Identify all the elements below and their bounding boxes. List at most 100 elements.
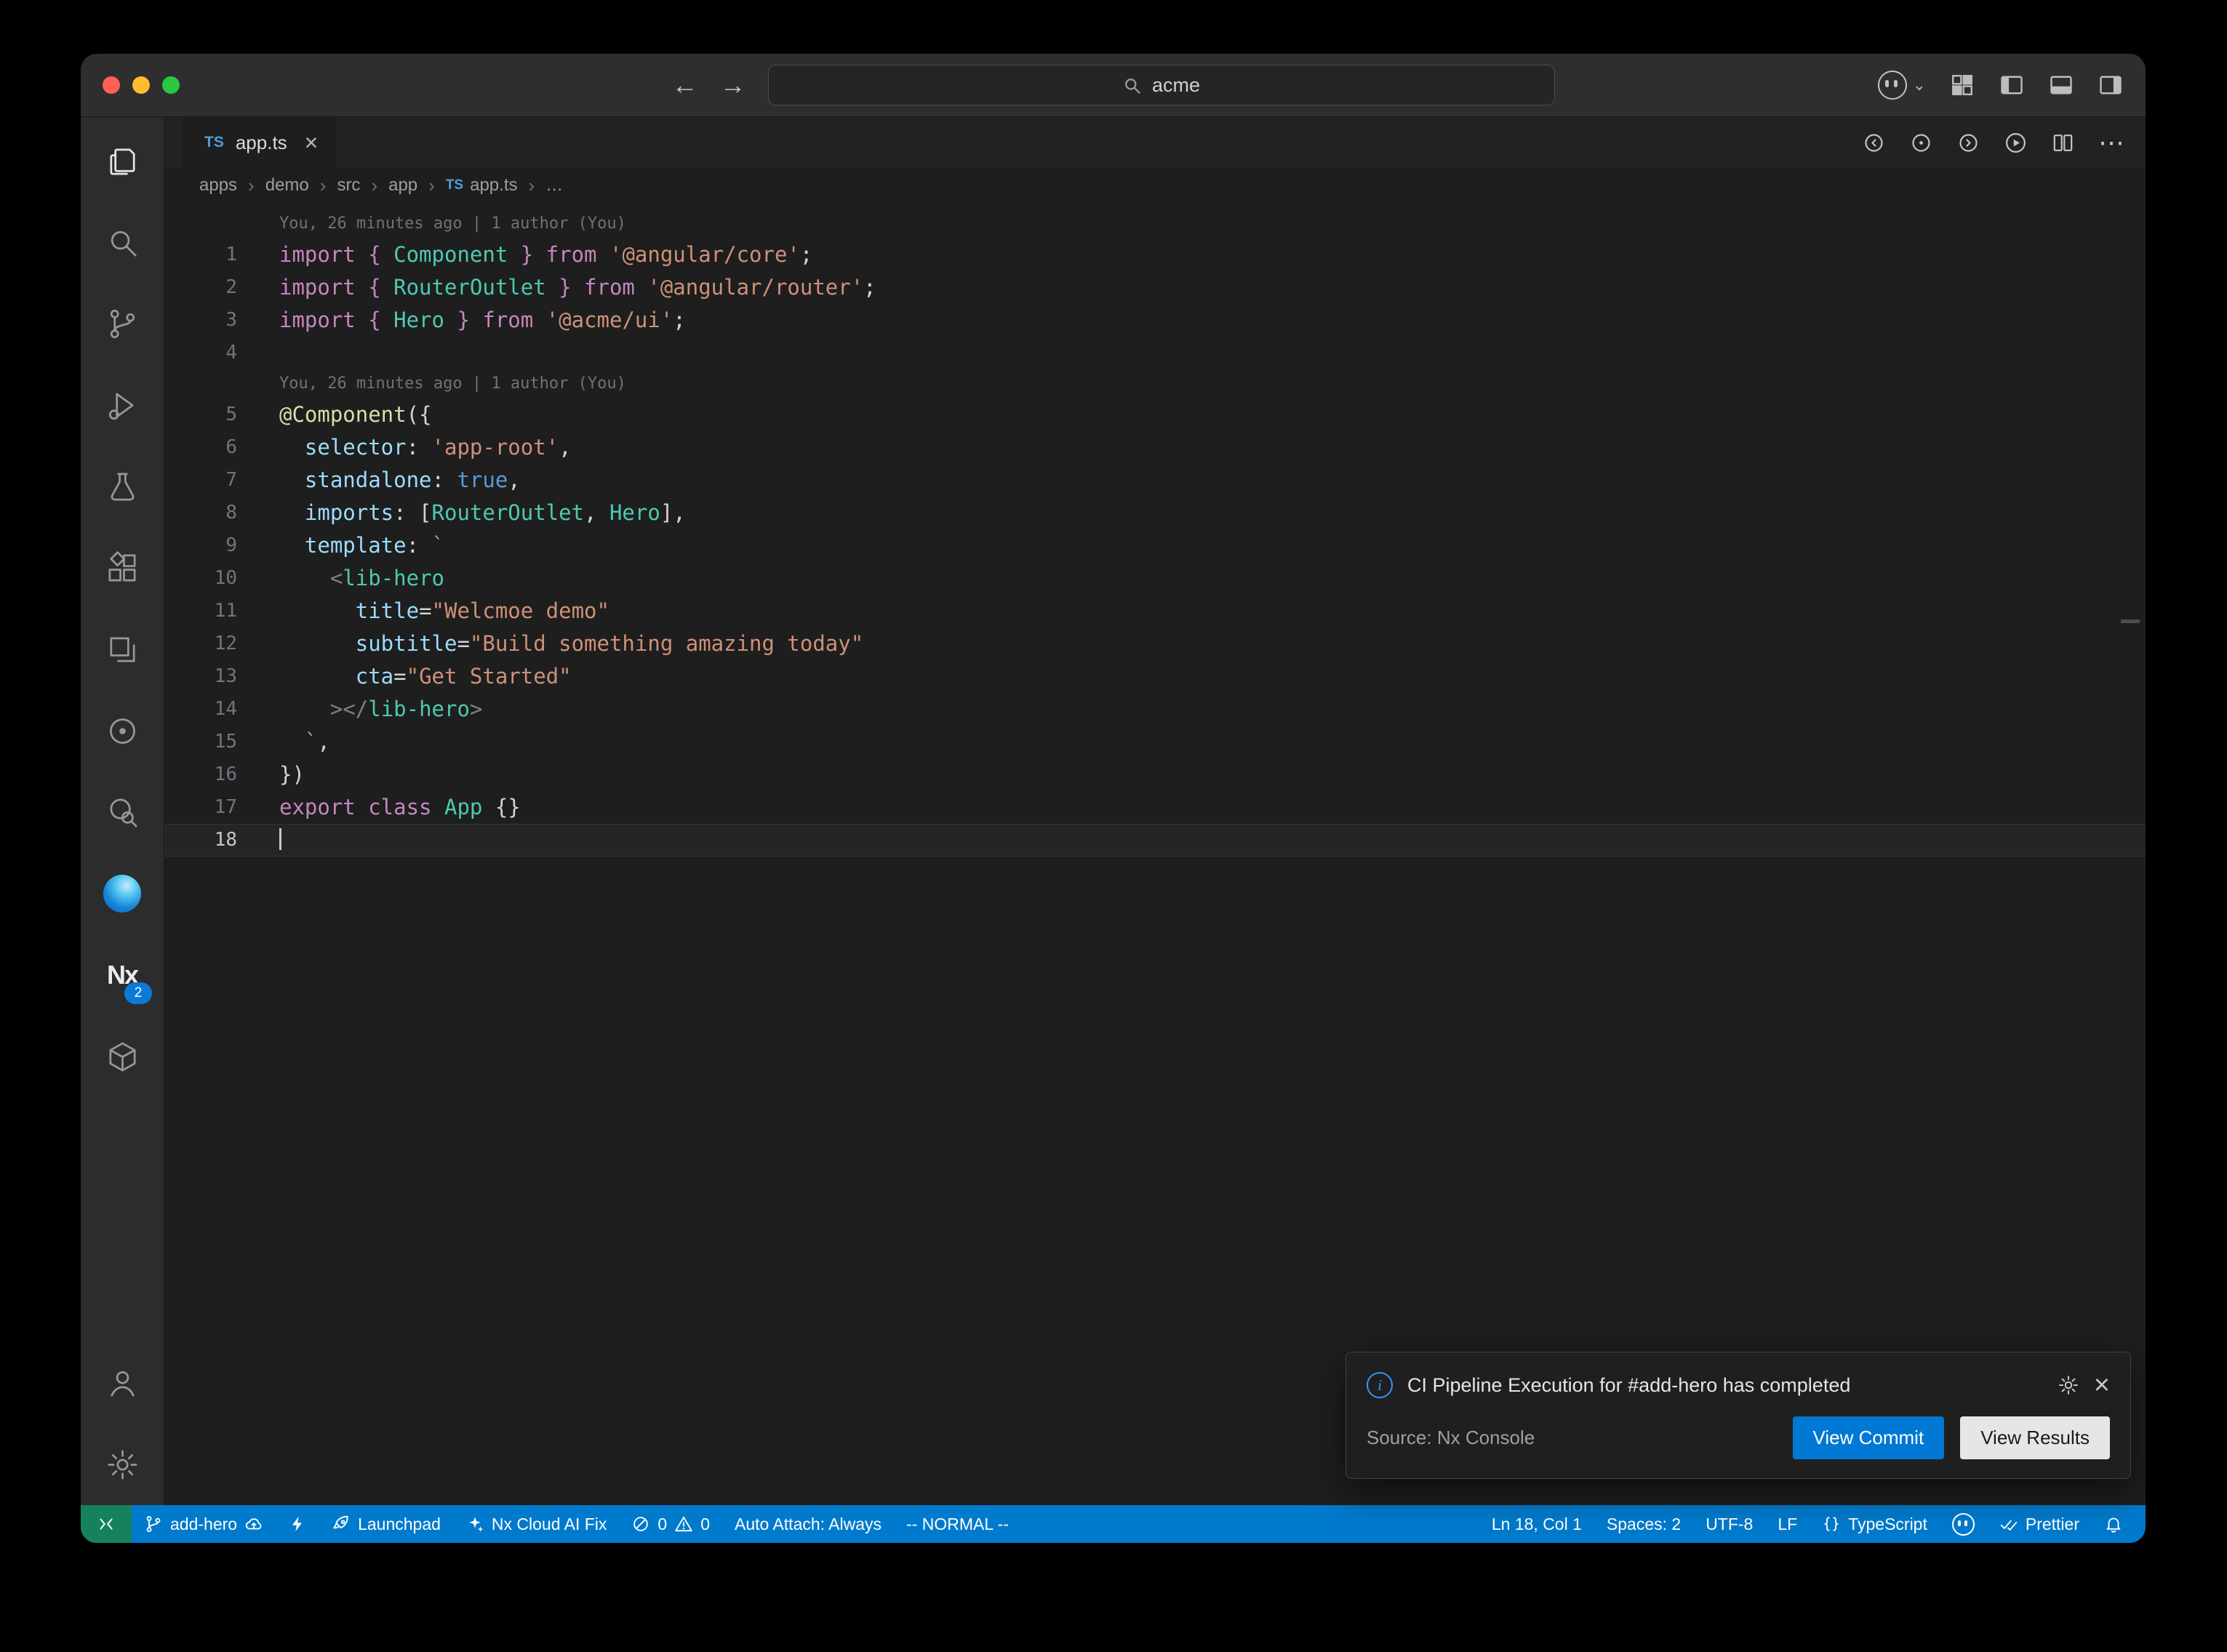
activity-settings[interactable] [81, 1424, 164, 1505]
blame-annotation[interactable]: You, 26 minutes ago | 1 author (You) [164, 209, 2146, 238]
run-file-icon[interactable] [2004, 131, 2028, 155]
code-line-13[interactable]: 13 cta="Get Started" [164, 660, 2146, 693]
breadcrumb-item-app[interactable]: app [388, 175, 417, 196]
status-indentation[interactable]: Spaces: 2 [1594, 1505, 1693, 1543]
line-number: 18 [164, 824, 237, 857]
notification-settings-icon[interactable] [2058, 1374, 2079, 1396]
breadcrumb-item-apps[interactable]: apps [199, 175, 237, 196]
breadcrumb-separator: › [371, 175, 377, 197]
titlebar-actions: ⌄ [1878, 71, 2124, 100]
toggle-panel-icon[interactable] [2048, 72, 2074, 98]
status-formatter[interactable]: Prettier [1987, 1505, 2092, 1543]
code-line-6[interactable]: 6 selector: 'app-root', [164, 431, 2146, 464]
line-number: 4 [164, 337, 237, 369]
activity-explorer[interactable] [81, 120, 164, 201]
search-icon [1122, 76, 1142, 95]
code-line-8[interactable]: 8 imports: [RouterOutlet, Hero], [164, 497, 2146, 529]
toggle-secondary-sidebar-icon[interactable] [2098, 72, 2124, 98]
breadcrumb-item-[interactable]: … [545, 175, 563, 196]
code-line-16[interactable]: 16}) [164, 758, 2146, 791]
copilot-menu[interactable]: ⌄ [1878, 71, 1926, 100]
activity-code-search[interactable] [81, 771, 164, 853]
code-line-11[interactable]: 11 title="Welcmoe demo" [164, 595, 2146, 627]
status-git-branch[interactable]: add-hero [132, 1505, 276, 1543]
more-actions-icon[interactable]: ⋯ [2098, 129, 2127, 156]
activity-source-control[interactable] [81, 283, 164, 364]
close-window-button[interactable] [103, 76, 120, 94]
beaker-icon [105, 470, 140, 504]
code-line-4[interactable]: 4 [164, 337, 2146, 369]
status-cursor-position[interactable]: Ln 18, Col 1 [1479, 1505, 1594, 1543]
zoom-window-button[interactable] [162, 76, 180, 94]
notification-toast: i CI Pipeline Execution for #add-hero ha… [1346, 1352, 2131, 1479]
chevron-down-icon: ⌄ [1913, 76, 1926, 95]
code-line-1[interactable]: 1import { Component } from '@angular/cor… [164, 238, 2146, 271]
status-copilot[interactable] [1940, 1505, 1987, 1543]
rocket-icon [332, 1515, 351, 1533]
breadcrumb-item-appts[interactable]: TSapp.ts [446, 175, 518, 196]
status-notifications[interactable] [2092, 1505, 2135, 1543]
activity-remote-explorer[interactable] [81, 609, 164, 690]
activity-edge-tools[interactable] [81, 853, 164, 934]
line-number: 5 [164, 398, 237, 431]
minimize-window-button[interactable] [132, 76, 150, 94]
code-line-10[interactable]: 10 <lib-hero [164, 562, 2146, 595]
inspect-icon [105, 795, 140, 830]
notification-close-icon[interactable]: × [2094, 1371, 2110, 1399]
line-number: 10 [164, 562, 237, 595]
code-line-14[interactable]: 14 ></lib-hero> [164, 693, 2146, 726]
tabs-container: TSapp.ts× [183, 117, 336, 168]
previous-change-icon[interactable] [1862, 131, 1886, 155]
activity-containers[interactable] [81, 1016, 164, 1097]
history-back-icon[interactable]: ← [672, 72, 698, 98]
code-line-18[interactable]: 18 [164, 824, 2146, 857]
activity-testing[interactable] [81, 446, 164, 527]
view-commit-button[interactable]: View Commit [1793, 1416, 1945, 1459]
blame-annotation[interactable]: You, 26 minutes ago | 1 author (You) [164, 369, 2146, 398]
status-launchpad[interactable]: Launchpad [319, 1505, 453, 1543]
target-circle-icon[interactable] [1909, 131, 1933, 155]
cube-icon [105, 1040, 140, 1074]
command-center-search[interactable]: acme [768, 65, 1555, 105]
activity-extensions[interactable] [81, 527, 164, 609]
split-editor-icon[interactable] [2051, 131, 2075, 155]
editor-actions: ⋯ [1862, 117, 2127, 168]
status-eol[interactable]: LF [1765, 1505, 1810, 1543]
breadcrumb-item-demo[interactable]: demo [265, 175, 309, 196]
activity-accounts[interactable] [81, 1342, 164, 1424]
copilot-icon [1878, 71, 1907, 100]
status-remote-indicator[interactable] [81, 1505, 132, 1543]
activity-search[interactable] [81, 201, 164, 283]
status-language-mode[interactable]: TypeScript [1810, 1505, 1940, 1543]
code-line-17[interactable]: 17export class App {} [164, 791, 2146, 824]
tab-close-icon[interactable]: × [305, 131, 319, 154]
line-number: 13 [164, 660, 237, 693]
view-results-button[interactable]: View Results [1960, 1416, 2110, 1459]
activity-top: Nx2 [81, 120, 164, 1097]
code-line-9[interactable]: 9 template: ` [164, 529, 2146, 562]
status-vim-mode[interactable]: -- NORMAL -- [894, 1505, 1021, 1543]
breadcrumb-item-src[interactable]: src [337, 175, 360, 196]
code-line-7[interactable]: 7 standalone: true, [164, 464, 2146, 497]
code-line-2[interactable]: 2import { RouterOutlet } from '@angular/… [164, 271, 2146, 304]
activity-run-and-debug[interactable] [81, 364, 164, 446]
code-line-15[interactable]: 15 `, [164, 726, 2146, 758]
tab-app.ts[interactable]: TSapp.ts× [183, 117, 336, 168]
activity-recorder[interactable] [81, 690, 164, 771]
status-nx-target[interactable] [276, 1505, 319, 1543]
code-line-5[interactable]: 5@Component({ [164, 398, 2146, 431]
next-change-icon[interactable] [1956, 131, 1980, 155]
status-nx-cloud-ai-fix[interactable]: Nx Cloud AI Fix [453, 1505, 620, 1543]
status-encoding[interactable]: UTF-8 [1693, 1505, 1765, 1543]
status-problems[interactable]: 00 [619, 1505, 722, 1543]
code-line-12[interactable]: 12 subtitle="Build something amazing tod… [164, 627, 2146, 660]
breadcrumb-separator: › [428, 175, 435, 197]
code-line-3[interactable]: 3import { Hero } from '@acme/ui'; [164, 304, 2146, 337]
activity-nx-console[interactable]: Nx2 [81, 934, 164, 1016]
editor[interactable]: You, 26 minutes ago | 1 author (You)1imp… [164, 202, 2146, 1505]
toggle-primary-sidebar-icon[interactable] [1999, 72, 2025, 98]
history-forward-icon[interactable]: → [720, 72, 746, 98]
status-auto-attach[interactable]: Auto Attach: Always [722, 1505, 894, 1543]
remote-icon [97, 1515, 116, 1533]
customize-layout-icon[interactable] [1949, 72, 1975, 98]
